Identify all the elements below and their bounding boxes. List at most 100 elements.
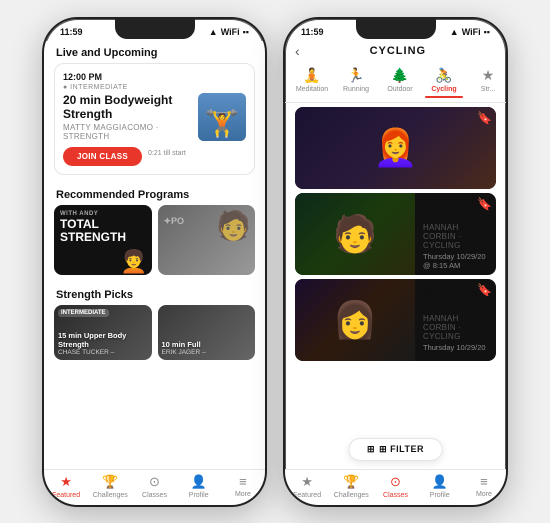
cat-str[interactable]: ★ Str...: [469, 67, 506, 98]
section1-title: Live and Upcoming: [44, 41, 265, 63]
featured-label-1: Featured: [52, 492, 80, 499]
nav-classes-1[interactable]: ⊙ Classes: [132, 474, 176, 499]
status-time-1: 11:59: [60, 27, 83, 37]
class-instructor-3: HANNAH CORBIN · CYCLING: [423, 314, 488, 341]
instructor-figure-3: 👩: [333, 299, 378, 341]
more-icon-2: ≡: [480, 474, 488, 489]
bookmark-icon-2[interactable]: 🔖: [477, 197, 492, 211]
pick-instructor-1: CHASE TUCKER –: [58, 349, 148, 356]
profile-icon-1: 👤: [191, 474, 207, 490]
cat-outdoor[interactable]: 🌲 Outdoor: [381, 67, 419, 98]
pick-card-2[interactable]: 10 min Full ERIK JAGER –: [158, 305, 256, 360]
section3-title: Strength Picks: [44, 283, 265, 305]
challenges-label-2: Challenges: [334, 492, 369, 499]
nav-profile-1[interactable]: 👤 Profile: [177, 474, 221, 499]
phone2-page-title: CYCLING: [300, 45, 496, 57]
join-label: till start: [164, 150, 186, 157]
prog-person-1: 🧑‍🦱: [120, 249, 147, 275]
live-info: 20 min Bodyweight Strength MATTY MAGGIAC…: [63, 93, 192, 167]
nav-more-1[interactable]: ≡ More: [221, 474, 265, 499]
cycling-label: Cycling: [431, 86, 456, 93]
instructor-silhouette: [198, 93, 246, 141]
nav-featured-1[interactable]: ★ Featured: [44, 474, 88, 499]
battery-icon-2: ▪▪: [484, 27, 490, 37]
join-time: 0:21: [148, 150, 162, 157]
wifi-icon-1: WiFi: [221, 27, 240, 37]
bookmark-icon-3[interactable]: 🔖: [477, 283, 492, 297]
live-card-inner: 20 min Bodyweight Strength MATTY MAGGIAC…: [63, 93, 246, 167]
nav-more-2[interactable]: ≡ More: [462, 474, 506, 499]
category-tabs: 🧘 Meditation 🏃 Running 🌲 Outdoor 🚴 Cycli…: [285, 63, 506, 103]
cat-cycling[interactable]: 🚴 Cycling: [425, 67, 463, 98]
challenges-label-1: Challenges: [93, 492, 128, 499]
profile-label-2: Profile: [430, 492, 450, 499]
running-icon: 🏃: [347, 67, 364, 84]
cat-meditation[interactable]: 🧘 Meditation: [293, 67, 331, 98]
more-label-1: More: [235, 491, 251, 498]
join-row: JOIN CLASS 0:21 till start: [63, 141, 192, 166]
nav-profile-2[interactable]: 👤 Profile: [418, 474, 462, 499]
phone1-main: Live and Upcoming 12:00 PM ● INTERMEDIAT…: [44, 41, 265, 469]
nav-challenges-1[interactable]: 🏆 Challenges: [88, 474, 132, 499]
prog-info-1: WITH ANDY TOTALSTRENGTH: [60, 211, 126, 244]
meditation-label: Meditation: [296, 86, 328, 93]
cycling-icon: 🚴: [435, 67, 452, 84]
outdoor-icon: 🌲: [391, 67, 408, 84]
outdoor-label: Outdoor: [387, 86, 412, 93]
join-class-button[interactable]: JOIN CLASS: [63, 147, 142, 166]
class-card-2[interactable]: 🧑 15 min 2010s Ride HANNAH CORBIN · CYCL…: [295, 193, 496, 275]
str-icon: ★: [482, 67, 495, 84]
pick-tag-1: INTERMEDIATE: [58, 309, 109, 317]
pick-info-2: 10 min Full ERIK JAGER –: [162, 340, 206, 356]
filter-icon: ⊞: [367, 444, 375, 455]
pick-card-1[interactable]: INTERMEDIATE 15 min Upper Body Strength …: [54, 305, 152, 360]
class-card-3[interactable]: 👩 30 min Low Impact Ride HANNAH CORBIN ·…: [295, 279, 496, 361]
live-time: 12:00 PM: [63, 72, 246, 82]
class-instructor-2: HANNAH CORBIN · CYCLING: [423, 223, 488, 250]
class-thumb-2: 🧑: [295, 193, 415, 275]
filter-button[interactable]: ⊞ ⊞ FILTER: [348, 438, 443, 461]
nav-featured-2[interactable]: ★ Featured: [285, 474, 329, 499]
status-time-2: 11:59: [301, 27, 324, 37]
instructor-figure-2: 🧑: [333, 213, 378, 255]
instructor-figure-1: 👩‍🦰: [373, 127, 418, 169]
classes-label-1: Classes: [142, 492, 167, 499]
thumb-figure-1: 👩‍🦰: [295, 107, 496, 189]
live-class-title: 20 min Bodyweight Strength: [63, 93, 192, 122]
bottom-nav-2: ★ Featured 🏆 Challenges ⊙ Classes 👤 Prof…: [285, 469, 506, 505]
filter-label: ⊞ FILTER: [379, 444, 424, 455]
signal-icon-1: ▲: [209, 27, 218, 37]
cat-running[interactable]: 🏃 Running: [337, 67, 375, 98]
live-level: ● INTERMEDIATE: [63, 84, 246, 91]
program-card-2[interactable]: 🧑 ✦PO PROGRAM Meditation: [158, 205, 256, 275]
class-thumb-3: 👩: [295, 279, 415, 361]
nav-classes-2[interactable]: ⊙ Classes: [373, 474, 417, 499]
live-class-card[interactable]: 12:00 PM ● INTERMEDIATE 20 min Bodyweigh…: [54, 63, 255, 176]
nav-challenges-2[interactable]: 🏆 Challenges: [329, 474, 373, 499]
class-card-1[interactable]: 👩‍🦰 5 min Warm Up Ride JESS KING · CYCLI…: [295, 107, 496, 189]
profile-label-1: Profile: [189, 492, 209, 499]
pick-bg-2: 10 min Full ERIK JAGER –: [158, 305, 256, 360]
cycling-indicator: [425, 96, 463, 98]
more-label-2: More: [476, 491, 492, 498]
signal-icon-2: ▲: [450, 27, 459, 37]
bookmark-icon-1[interactable]: 🔖: [477, 111, 492, 125]
pick-label-1: 15 min Upper Body Strength: [58, 331, 148, 349]
pick-bg-1: INTERMEDIATE 15 min Upper Body Strength …: [54, 305, 152, 360]
prog-person-2: 🧑: [216, 209, 251, 242]
picks-row: INTERMEDIATE 15 min Upper Body Strength …: [44, 305, 265, 360]
challenges-icon-2: 🏆: [343, 474, 359, 490]
prog-bg-2: 🧑 ✦PO: [158, 205, 256, 275]
meditation-icon: 🧘: [303, 67, 320, 84]
pick-info-1: INTERMEDIATE 15 min Upper Body Strength …: [58, 331, 148, 356]
bottom-nav-1: ★ Featured 🏆 Challenges ⊙ Classes 👤 Prof…: [44, 469, 265, 505]
phone-2: 11:59 ▲ WiFi ▪▪ ‹ CYCLING 🧘 Meditation 🏃…: [283, 17, 508, 507]
battery-icon-1: ▪▪: [243, 27, 249, 37]
profile-icon-2: 👤: [432, 474, 448, 490]
classes-icon-1: ⊙: [149, 474, 160, 490]
class-cards-container: 👩‍🦰 5 min Warm Up Ride JESS KING · CYCLI…: [285, 103, 506, 469]
program-card-1[interactable]: WITH ANDY TOTALSTRENGTH 🧑‍🦱 PROGRAM · 4 …: [54, 205, 152, 275]
featured-icon-1: ★: [60, 474, 72, 490]
classes-label-2: Classes: [383, 492, 408, 499]
more-icon-1: ≡: [239, 474, 247, 489]
